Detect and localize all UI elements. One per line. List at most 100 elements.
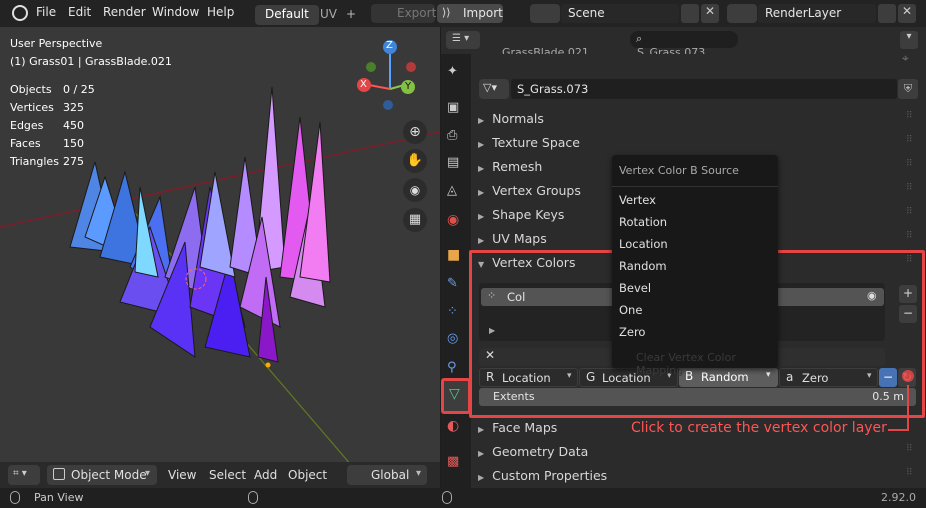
panel-label: Shape Keys <box>492 207 565 222</box>
new-scene-icon[interactable] <box>681 4 699 23</box>
mesh-data-icon[interactable]: ▽▾ <box>479 79 509 99</box>
delete-scene-icon[interactable]: ✕ <box>701 4 719 23</box>
scene-name-field[interactable]: Scene <box>561 4 679 23</box>
render-layer-field[interactable]: RenderLayer <box>758 4 876 23</box>
options-chevron-icon[interactable]: ▾ <box>900 31 918 49</box>
scene-selector-icon[interactable] <box>530 4 560 23</box>
blender-logo-icon[interactable] <box>12 5 28 21</box>
panel-custom-properties[interactable]: ▶ Custom Properties <box>478 468 607 483</box>
panel-geometry-data[interactable]: ▶ Geometry Data <box>478 444 588 459</box>
menu-view[interactable]: View <box>162 465 202 485</box>
status-bar: Pan View 2.92.0 <box>0 488 926 508</box>
material-icon[interactable]: ◐ <box>447 418 465 436</box>
export-button[interactable]: Export <box>371 4 436 23</box>
3d-viewport[interactable]: Z Y X User Perspective (1) Grass01 | Gra… <box>0 27 440 487</box>
drag-handle-icon[interactable]: ⠿ <box>906 444 913 454</box>
object-icon[interactable]: ■ <box>447 247 465 265</box>
scene-icon[interactable]: ◬ <box>447 183 465 201</box>
pin-icon[interactable]: ⌖ <box>902 51 909 66</box>
physics-icon[interactable]: ◎ <box>447 331 465 349</box>
menu-object[interactable]: Object <box>282 465 333 485</box>
output-icon[interactable]: ⎙ <box>447 128 465 146</box>
panel-face-maps[interactable]: ▶ Face Maps <box>478 420 557 435</box>
view-layer-icon[interactable] <box>727 4 757 23</box>
collapse-triangle-icon: ▶ <box>478 425 485 434</box>
collapse-triangle-icon: ▶ <box>478 188 485 197</box>
panel-vertex-groups[interactable]: ▶ Vertex Groups <box>478 183 581 198</box>
mesh-triangle-icon: ▽ <box>449 386 460 402</box>
popup-item-rotation[interactable]: Rotation <box>619 215 667 229</box>
delete-view-layer-icon[interactable]: ✕ <box>898 4 916 23</box>
fake-user-shield-icon[interactable]: ⛨ <box>898 79 918 99</box>
breadcrumb-overlay <box>471 54 926 62</box>
panel-normals[interactable]: ▶ Normals <box>478 111 544 126</box>
popup-divider <box>612 186 778 187</box>
collapse-triangle-icon: ▶ <box>478 449 485 458</box>
drag-handle-icon[interactable]: ⠿ <box>906 468 913 478</box>
drag-handle-icon[interactable]: ⠿ <box>906 231 913 241</box>
popup-item-location[interactable]: Location <box>619 237 668 251</box>
stats-values: 0 / 25 325 450 150 275 <box>63 81 95 171</box>
menu-file[interactable]: File <box>36 5 56 19</box>
drag-handle-icon[interactable]: ⠿ <box>906 183 913 193</box>
panel-label: Vertex Groups <box>492 183 581 198</box>
viewport-subtitle: (1) Grass01 | GrassBlade.021 <box>10 55 172 68</box>
panel-remesh[interactable]: ▶ Remesh <box>478 159 542 174</box>
transform-orientation-dropdown[interactable]: Global <box>347 465 427 485</box>
add-workspace-button[interactable]: + <box>340 5 362 25</box>
collapse-triangle-icon: ▶ <box>478 212 485 221</box>
menu-window[interactable]: Window <box>152 5 199 19</box>
mesh-name-field[interactable]: S_Grass.073 <box>511 79 897 99</box>
camera-icon[interactable]: ◉ <box>403 178 427 202</box>
panel-texture-space[interactable]: ▶ Texture Space <box>478 135 580 150</box>
drag-handle-icon[interactable]: ⠿ <box>906 159 913 169</box>
menu-add[interactable]: Add <box>248 465 283 485</box>
zoom-icon[interactable]: ⊕ <box>403 120 427 144</box>
stat-value: 275 <box>63 155 84 168</box>
texture-icon[interactable]: ▩ <box>447 454 465 472</box>
stat-value: 450 <box>63 119 84 132</box>
world-icon[interactable]: ◉ <box>447 212 465 230</box>
menu-render[interactable]: Render <box>103 5 146 19</box>
popup-item-one[interactable]: One <box>619 303 642 317</box>
editor-type-icon[interactable]: ⌗ ▾ <box>8 465 40 485</box>
stats-labels: Objects Vertices Edges Faces Triangles <box>10 81 59 171</box>
properties-editor-type-icon[interactable]: ☰ ▾ <box>446 31 480 49</box>
constraints-icon[interactable]: ⚲ <box>447 360 465 378</box>
stat-label: Faces <box>10 137 41 150</box>
menu-select[interactable]: Select <box>203 465 252 485</box>
drag-handle-icon[interactable]: ⠿ <box>906 135 913 145</box>
mouse-icon <box>248 491 258 504</box>
callout-text: Click to create the vertex color layer <box>631 420 887 436</box>
stat-value: 0 / 25 <box>63 83 95 96</box>
grid-view-icon[interactable]: ▦ <box>403 208 427 232</box>
new-view-layer-icon[interactable] <box>878 4 896 23</box>
render-icon[interactable]: ▣ <box>447 100 465 118</box>
drag-handle-icon[interactable]: ⠿ <box>906 255 913 265</box>
viewport-header: ⌗ ▾ Object Mode ▾ View Select Add Object… <box>0 462 440 488</box>
panel-shape-keys[interactable]: ▶ Shape Keys <box>478 207 564 222</box>
collapse-triangle-icon: ▶ <box>478 164 485 173</box>
panel-uv-maps[interactable]: ▶ UV Maps <box>478 231 547 246</box>
hand-pan-icon[interactable]: ✋ <box>403 149 427 173</box>
particles-icon[interactable]: ⁘ <box>447 304 465 322</box>
gizmo-z-label: Z <box>386 40 393 51</box>
popup-title: Vertex Color B Source <box>619 164 739 177</box>
drag-handle-icon[interactable]: ⠿ <box>906 111 913 121</box>
panel-label: Remesh <box>492 159 543 174</box>
tool-icon[interactable]: ✦ <box>447 64 465 82</box>
collapse-triangle-icon: ▶ <box>478 236 485 245</box>
popup-item-random[interactable]: Random <box>619 259 667 273</box>
drag-handle-icon[interactable]: ⠿ <box>906 207 913 217</box>
menu-help[interactable]: Help <box>207 5 234 19</box>
popup-item-zero[interactable]: Zero <box>619 325 645 339</box>
popup-item-bevel[interactable]: Bevel <box>619 281 651 295</box>
view-layer-icon[interactable]: ▤ <box>447 155 465 173</box>
modifier-wrench-icon[interactable]: ✎ <box>447 276 465 294</box>
object-mode-icon <box>53 468 65 480</box>
gizmo-y-label: Y <box>405 81 412 92</box>
version-label: 2.92.0 <box>881 491 916 504</box>
menu-edit[interactable]: Edit <box>68 5 91 19</box>
panel-label: Geometry Data <box>492 444 589 459</box>
popup-item-vertex[interactable]: Vertex <box>619 193 656 207</box>
